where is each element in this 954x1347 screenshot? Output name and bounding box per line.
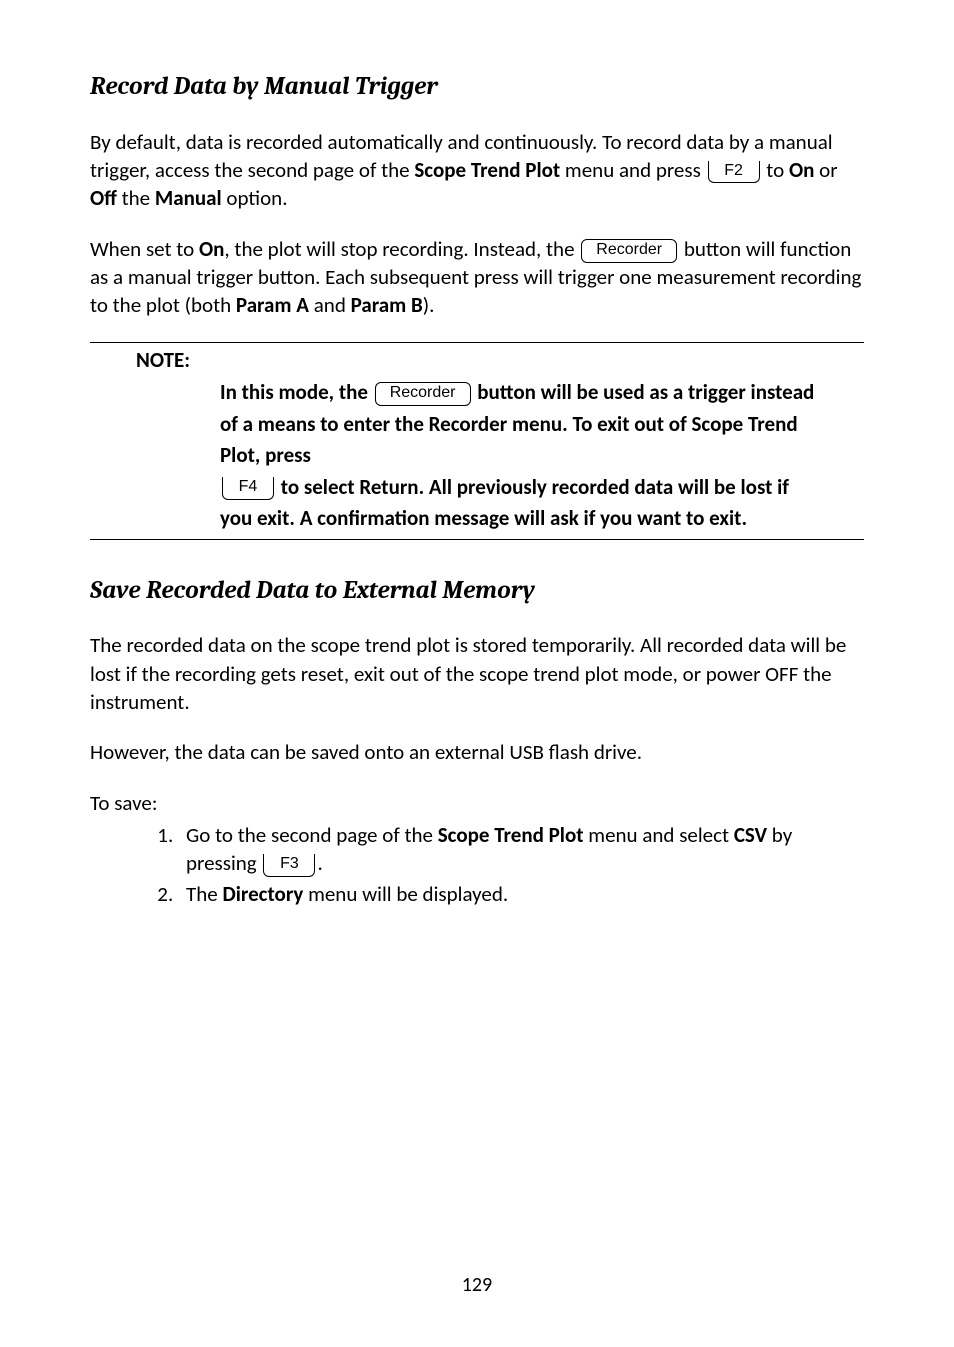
bold-text: Off (90, 185, 117, 211)
text: or (814, 157, 837, 183)
f2-key-icon: F2 (708, 161, 760, 184)
bold-text: On (199, 236, 224, 262)
bold-text: Directory (222, 881, 303, 907)
text: In this mode, the (220, 379, 373, 405)
text: menu and press (560, 157, 705, 183)
bold-text: On (789, 157, 814, 183)
note-body: In this mode, the Recorder button will b… (90, 377, 864, 539)
text: menu will be displayed. (303, 881, 508, 907)
note-block: NOTE: In this mode, the Recorder button … (90, 342, 864, 540)
recorder-key-icon: Recorder (581, 239, 677, 263)
bold-text: Param A (236, 292, 309, 318)
text: and (309, 292, 351, 318)
text: to (762, 157, 789, 183)
bold-text: CSV (734, 822, 767, 848)
text: to select Return. All previously recorde… (220, 474, 789, 532)
paragraph: However, the data can be saved onto an e… (90, 738, 864, 766)
bold-text: Scope Trend Plot (438, 822, 584, 848)
text: Go to the second page of the (186, 822, 438, 848)
text: ). (423, 292, 435, 318)
text: The (186, 881, 222, 907)
ordered-list: Go to the second page of the Scope Trend… (90, 821, 864, 908)
paragraph: To save: (90, 789, 864, 817)
page-number: 129 (0, 1272, 954, 1299)
text: menu and select (584, 822, 734, 848)
bold-text: Manual (155, 185, 222, 211)
horizontal-rule (90, 539, 864, 540)
text: , the plot will stop recording. Instead,… (224, 236, 579, 262)
recorder-key-icon: Recorder (375, 382, 471, 406)
paragraph: The recorded data on the scope trend plo… (90, 631, 864, 716)
bold-text: Param B (351, 292, 423, 318)
note-heading: NOTE: (90, 343, 864, 377)
text: option. (222, 185, 288, 211)
text: . (317, 850, 322, 876)
section-heading: Record Data by Manual Trigger (90, 70, 864, 104)
f4-key-icon: F4 (222, 477, 274, 500)
list-item: Go to the second page of the Scope Trend… (178, 821, 864, 878)
list-item: The Directory menu will be displayed. (178, 880, 864, 908)
section-heading: Save Recorded Data to External Memory (90, 574, 864, 608)
paragraph: By default, data is recorded automatical… (90, 128, 864, 213)
bold-text: Scope Trend Plot (414, 157, 560, 183)
paragraph: When set to On, the plot will stop recor… (90, 235, 864, 320)
text: When set to (90, 236, 199, 262)
text: the (117, 185, 155, 211)
f3-key-icon: F3 (263, 854, 315, 877)
